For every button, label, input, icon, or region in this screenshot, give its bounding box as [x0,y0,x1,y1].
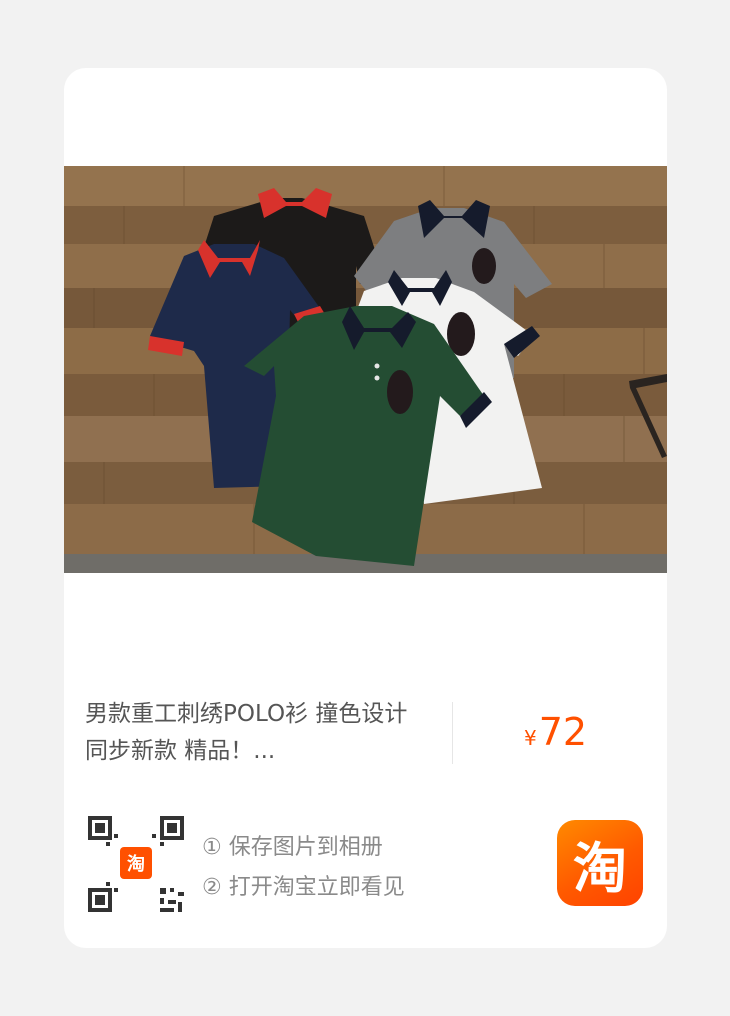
price-amount: 72 [538,710,588,754]
divider [452,702,453,764]
step-open-taobao: ② 打开淘宝立即看见 [202,875,405,900]
product-title[interactable]: 男款重工刺绣POLO衫 撞色设计 同步新款 精品！... [85,696,415,770]
share-steps: ① 保存图片到相册 ② 打开淘宝立即看见 [202,828,405,908]
currency-symbol: ¥ [524,726,537,750]
product-image[interactable] [64,166,667,573]
product-price: ¥72 [524,710,587,754]
step-save-image: ① 保存图片到相册 [202,835,383,860]
qr-code[interactable]: 淘 [86,814,186,914]
share-card: 男款重工刺绣POLO衫 撞色设计 同步新款 精品！... ¥72 淘 ① 保存图… [64,68,667,948]
taobao-mini-icon: 淘 [120,847,152,879]
taobao-app-icon[interactable]: 淘 [557,820,643,906]
